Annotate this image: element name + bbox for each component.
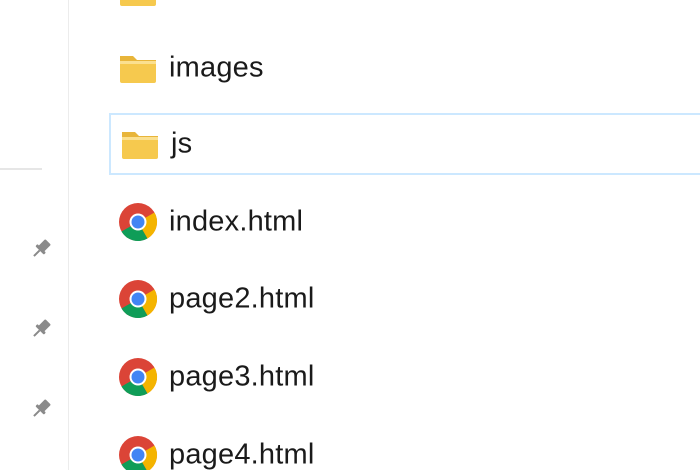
navigation-pane <box>0 0 68 470</box>
chrome-icon <box>119 436 158 470</box>
file-list: css images js <box>69 0 700 470</box>
file-explorer-window: css images js <box>0 0 700 470</box>
folder-icon <box>122 132 158 159</box>
list-item-index-html[interactable]: index.html <box>109 191 700 253</box>
list-item-js[interactable]: js <box>109 113 700 175</box>
list-item-page3-html[interactable]: page3.html <box>109 346 700 408</box>
file-name: page2.html <box>169 282 315 315</box>
file-name: page3.html <box>169 360 315 393</box>
pin-icon[interactable] <box>28 396 54 422</box>
file-name: index.html <box>169 205 304 238</box>
file-name: page4.html <box>169 438 315 470</box>
nav-divider <box>0 168 42 170</box>
pin-icon[interactable] <box>28 316 54 342</box>
folder-icon <box>120 56 156 83</box>
file-name: js <box>171 127 193 160</box>
chrome-icon <box>119 358 158 397</box>
list-item-page2-html[interactable]: page2.html <box>109 268 700 330</box>
list-item-css[interactable]: css <box>109 0 700 22</box>
list-item-page4-html[interactable]: page4.html <box>109 424 700 470</box>
chrome-icon <box>119 203 158 242</box>
pin-icon[interactable] <box>28 236 54 262</box>
chrome-icon <box>119 280 158 319</box>
list-item-images[interactable]: images <box>109 37 700 99</box>
file-name: css <box>169 0 213 8</box>
file-name: images <box>169 51 264 84</box>
folder-icon <box>120 0 156 6</box>
